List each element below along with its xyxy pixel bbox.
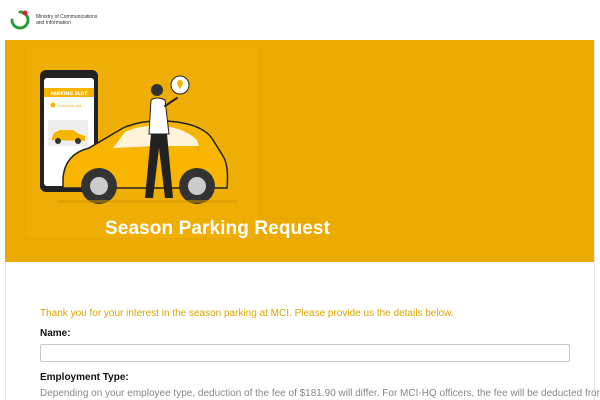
right-border — [594, 40, 595, 400]
name-label: Name: — [40, 328, 71, 339]
form-intro: Thank you for your interest in the seaso… — [40, 308, 454, 319]
top-bar: Ministry of Communications and Informati… — [0, 0, 600, 40]
logo-text: Ministry of Communications and Informati… — [36, 14, 106, 26]
name-input[interactable] — [40, 344, 570, 362]
parking-illustration: PARKING SLOT Available slot — [27, 48, 257, 238]
request-form: Thank you for your interest in the seaso… — [40, 308, 600, 399]
ministry-logo[interactable]: Ministry of Communications and Informati… — [8, 8, 106, 32]
person-icon — [151, 84, 163, 96]
logo-text-line2: and Information — [36, 20, 71, 26]
employment-type-description: Depending on your employee type, deducti… — [40, 388, 600, 399]
phone-label: PARKING SLOT — [51, 91, 89, 97]
logo-mark-icon — [10, 10, 30, 30]
hero-banner: PARKING SLOT Available slot Season Parki… — [5, 40, 595, 262]
page-title: Season Parking Request — [105, 218, 330, 239]
left-border — [5, 262, 6, 400]
parking-illustration-art: PARKING SLOT Available slot — [40, 70, 237, 204]
phone-pin-icon — [50, 102, 56, 108]
employment-type-label: Employment Type: — [40, 372, 129, 383]
phone-sub: Available slot — [58, 104, 82, 108]
